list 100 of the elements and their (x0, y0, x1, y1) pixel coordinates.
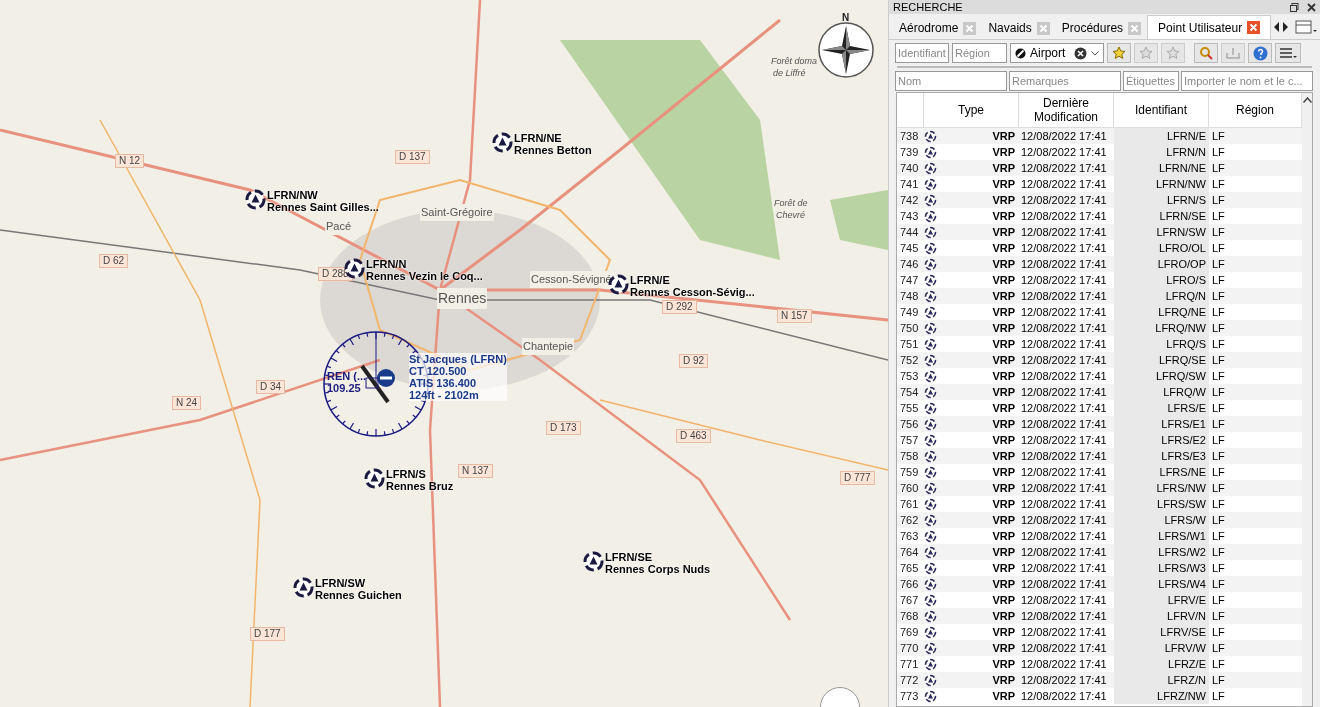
table-cell-text: VRP (992, 513, 1016, 528)
menu-button[interactable] (1275, 43, 1301, 63)
table-cell-text: 12/08/2022 17:41 (1020, 433, 1108, 448)
table-cell: LFRO/OL (1114, 240, 1209, 256)
table-cell-text: VRP (992, 641, 1016, 656)
scrollbar[interactable] (1302, 93, 1312, 706)
row-number: 741 (899, 177, 920, 192)
column-header[interactable]: Identifiant (1114, 93, 1209, 127)
waypoint-name: Rennes Betton (514, 144, 592, 156)
menu-icon (1279, 47, 1297, 59)
filter-field[interactable]: Remarques (1009, 71, 1121, 91)
road-label: N 12 (115, 154, 145, 168)
table-cell-text: LF (1211, 401, 1226, 416)
table-cell-text: VRP (992, 225, 1016, 240)
table-cell-text: LF (1211, 481, 1226, 496)
table-cell-text: VRP (992, 129, 1016, 144)
table-cell-text: LF (1211, 673, 1226, 688)
table-cell-text: 12/08/2022 17:41 (1020, 161, 1108, 176)
filter-field[interactable]: Étiquettes (1123, 71, 1179, 91)
row-number: 763 (899, 529, 920, 544)
tab[interactable]: Aérodrome (893, 17, 983, 39)
waypoint-ident: LFRN/SW (315, 577, 367, 589)
table-cell-text: 12/08/2022 17:41 (1020, 305, 1108, 320)
road-label: D 34 (256, 380, 286, 394)
table-cell-text: 12/08/2022 17:41 (1020, 289, 1108, 304)
row-number: 758 (899, 449, 920, 464)
float-icon[interactable] (1290, 2, 1299, 12)
dropdown-caret-icon[interactable] (1091, 50, 1099, 56)
table-cell-text: LF (1211, 449, 1226, 464)
filter-field[interactable]: Nom (895, 71, 1007, 91)
search-button[interactable] (1194, 43, 1218, 63)
airport-combo[interactable]: Airport (1010, 43, 1104, 63)
table-cell-text: VRP (992, 545, 1016, 560)
row-number: 752 (899, 353, 920, 368)
tray-icon (1226, 47, 1240, 59)
edit-star-button[interactable] (1134, 43, 1158, 63)
waypoint-ident: LFRN/N (366, 258, 408, 270)
row-number: 773 (899, 689, 920, 704)
help-button[interactable] (1248, 43, 1272, 63)
table-cell-text: LF (1211, 145, 1226, 160)
waypoint-name: Rennes Vezin le Coq... (366, 270, 483, 282)
row-number: 750 (899, 321, 920, 336)
table-cell-text: LF (1211, 513, 1226, 528)
table-cell: LFRS/W1 (1114, 528, 1209, 544)
table-cell: LFRN/NW (1114, 176, 1209, 192)
table-cell-text: VRP (992, 689, 1016, 704)
table-cell-text: LF (1211, 385, 1226, 400)
waypoint-ident: LFRN/S (386, 468, 427, 480)
tab[interactable]: Point Utilisateur (1147, 15, 1272, 39)
table-cell-text: 12/08/2022 17:41 (1020, 177, 1108, 192)
table-cell-text: 12/08/2022 17:41 (1020, 609, 1108, 624)
filter-field[interactable]: Identifiant (895, 43, 949, 63)
table-cell: LFRV/E (1114, 592, 1209, 608)
table-cell-text: VRP (992, 385, 1016, 400)
tab[interactable]: Procédures (1055, 17, 1148, 39)
waypoint-icon[interactable] (492, 132, 513, 153)
column-header[interactable]: Dernière Modification (1019, 93, 1114, 127)
column-header[interactable]: Type (924, 93, 1019, 127)
waypoint-icon[interactable] (364, 468, 385, 489)
star-icon (1112, 46, 1126, 60)
close-tab-icon[interactable] (1247, 21, 1261, 34)
table-cell: LFRS/W2 (1114, 544, 1209, 560)
add-star-button[interactable] (1107, 43, 1131, 63)
airport-label: 124ft - 2102m (409, 389, 507, 401)
table-cell-text: VRP (992, 257, 1016, 272)
table-cell-text: 12/08/2022 17:41 (1020, 577, 1108, 592)
clear-icon[interactable] (1074, 46, 1087, 60)
row-number: 751 (899, 337, 920, 352)
table-cell-text: 12/08/2022 17:41 (1020, 385, 1108, 400)
table-cell-text: LF (1211, 161, 1226, 176)
filter-field[interactable]: Importer le nom et le c... (1181, 71, 1313, 91)
waypoint-icon[interactable] (293, 577, 314, 598)
waypoint-icon[interactable] (245, 189, 266, 210)
row-number: 743 (899, 209, 920, 224)
remove-star-button[interactable] (1161, 43, 1185, 63)
table-cell: LFRS/W4 (1114, 576, 1209, 592)
table-cell-text: LF (1211, 241, 1226, 256)
table-cell-text: 12/08/2022 17:41 (1020, 129, 1108, 144)
no-entry-icon (1015, 47, 1026, 59)
waypoint-icon[interactable] (583, 551, 604, 572)
filter-field[interactable]: Région (952, 43, 1007, 63)
table-cell-text: LF (1211, 129, 1226, 144)
close-icon[interactable] (1307, 2, 1316, 12)
table-cell-text: VRP (992, 673, 1016, 688)
waypoint-ident: LFRN/NE (514, 132, 563, 144)
table-cell-text: VRP (992, 305, 1016, 320)
road-label: N 24 (172, 396, 202, 410)
table-cell-text: LF (1211, 433, 1226, 448)
road-label: D 62 (99, 254, 129, 268)
tab[interactable]: Navaids (982, 17, 1056, 39)
table-cell: LFRS/E3 (1114, 448, 1209, 464)
table-cell-text: LF (1211, 545, 1226, 560)
tab-list-icon[interactable] (1295, 19, 1318, 35)
table-cell: LFRO/S (1114, 272, 1209, 288)
row-number: 753 (899, 369, 920, 384)
row-number: 770 (899, 641, 920, 656)
table-cell: LFRV/N (1114, 608, 1209, 624)
table-cell-text: 12/08/2022 17:41 (1020, 337, 1108, 352)
table-cell-text: LF (1211, 337, 1226, 352)
row-number: 756 (899, 417, 920, 432)
